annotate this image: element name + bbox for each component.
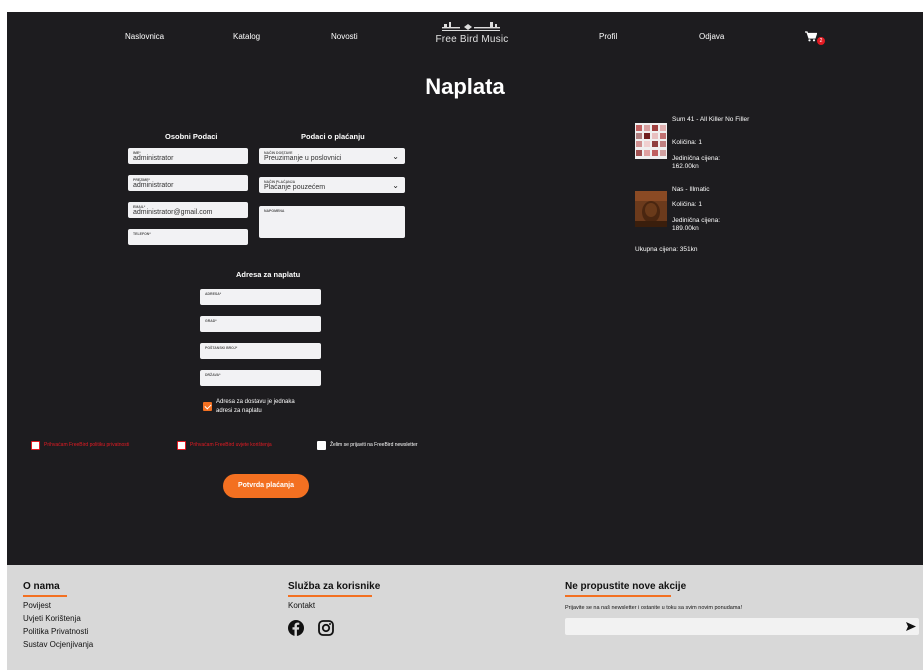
note-textarea[interactable]: NAPOMENA xyxy=(259,206,405,238)
email-value: administrator@gmail.com xyxy=(133,209,213,216)
payment-method-value: Plaćanje pouzećem xyxy=(264,184,326,191)
first-name-field[interactable]: IME* administrator xyxy=(128,148,248,164)
album-cover-sum41 xyxy=(635,123,667,159)
note-label: NAPOMENA xyxy=(264,209,285,213)
footer-link-politika[interactable]: Politika Privatnosti xyxy=(23,627,88,636)
same-address-label: Adresa za dostavu je jednaka adresi za n… xyxy=(216,399,295,414)
footer-service-underline xyxy=(288,595,372,597)
item-1-title: Sum 41 - All Killer No Filler xyxy=(672,116,750,123)
newsletter-email-input[interactable] xyxy=(565,618,919,635)
payment-section-title: Podaci o plaćanju xyxy=(301,132,365,141)
footer-service-title: Služba za korisnike xyxy=(288,581,381,592)
footer-link-uvjeti[interactable]: Uvjeti Korištenja xyxy=(23,614,81,623)
phone-field[interactable]: TELEFON* xyxy=(128,229,248,245)
payment-method-select[interactable]: NAČIN PLAĆANJA Plaćanje pouzećem ⌄ xyxy=(259,177,405,193)
billing-section-title: Adresa za naplatu xyxy=(236,270,301,279)
item-2-quantity: Količina: 1 xyxy=(672,201,702,208)
cart-button[interactable]: 2 xyxy=(805,29,827,47)
email-field[interactable]: EMAIL* administrator@gmail.com xyxy=(128,202,248,218)
top-nav: Naslovnica Katalog Novosti Free Bird Mus… xyxy=(7,12,923,60)
postal-code-label: POŠTANSKI BROJ* xyxy=(205,346,238,350)
city-field[interactable]: GRAD* xyxy=(200,316,321,332)
city-label: GRAD* xyxy=(205,319,217,323)
same-address-checkbox[interactable] xyxy=(203,402,212,411)
chevron-down-icon: ⌄ xyxy=(392,181,399,190)
instagram-icon[interactable] xyxy=(318,620,334,636)
last-name-value: administrator xyxy=(133,182,174,189)
privacy-policy-checkbox[interactable] xyxy=(31,441,40,450)
newsletter-consent-label: Želim se prijaviti na FreeBird newslette… xyxy=(330,442,418,448)
footer-about-underline xyxy=(23,595,67,597)
newsletter-checkbox[interactable] xyxy=(317,441,326,450)
footer-link-povijest[interactable]: Povijest xyxy=(23,601,51,610)
country-field[interactable]: DRŽAVA* xyxy=(200,370,321,386)
country-label: DRŽAVA* xyxy=(205,373,221,377)
nav-odjava[interactable]: Odjava xyxy=(699,32,724,41)
footer-newsletter-underline xyxy=(565,595,671,597)
delivery-select[interactable]: NAČIN DOSTAVE Preuzimanje u poslovnici ⌄ xyxy=(259,148,405,164)
nav-katalog[interactable]: Katalog xyxy=(233,32,260,41)
order-total: Ukupna cijena: 351kn xyxy=(635,246,698,253)
footer-link-ocjenjivanje[interactable]: Sustav Ocjenjivanja xyxy=(23,640,93,649)
confirm-payment-button[interactable]: Potvrda plaćanja xyxy=(223,474,309,498)
logo[interactable]: Free Bird Music xyxy=(435,21,509,45)
footer-link-kontakt[interactable]: Kontakt xyxy=(288,601,315,610)
album-cover-illmatic xyxy=(635,191,667,227)
chevron-down-icon: ⌄ xyxy=(392,152,399,161)
footer-about-title: O nama xyxy=(23,581,60,592)
nav-profil[interactable]: Profil xyxy=(599,32,617,41)
phone-label: TELEFON* xyxy=(133,232,151,236)
last-name-field[interactable]: PREZIME* administrator xyxy=(128,175,248,191)
first-name-value: administrator xyxy=(133,155,174,162)
nav-novosti[interactable]: Novosti xyxy=(331,32,358,41)
footer-newsletter-title: Ne propustite nove akcije xyxy=(565,581,687,592)
item-2-unit-price: Jedinična cijena: 189.00kn xyxy=(672,217,721,232)
facebook-icon[interactable] xyxy=(288,620,304,636)
terms-checkbox[interactable] xyxy=(177,441,186,450)
terms-label: Prihvaćam FreeBird uvjete korištenja xyxy=(190,442,272,448)
address-field[interactable]: ADRESA* xyxy=(200,289,321,305)
cart-count-badge: 2 xyxy=(817,37,825,45)
item-2-title: Nas - Illmatic xyxy=(672,186,710,193)
footer-newsletter-text: Prijavite se na naš newsletter i ostanit… xyxy=(565,605,743,611)
footer: O nama Povijest Uvjeti Korištenja Politi… xyxy=(7,565,923,670)
logo-text: Free Bird Music xyxy=(435,34,509,45)
nav-naslovnica[interactable]: Naslovnica xyxy=(125,32,164,41)
privacy-policy-label: Prihvaćam FreeBird politiku privatnosti xyxy=(44,442,130,448)
address-label: ADRESA* xyxy=(205,292,222,296)
personal-section-title: Osobni Podaci xyxy=(165,132,218,141)
send-icon[interactable] xyxy=(906,622,916,631)
postal-code-field[interactable]: POŠTANSKI BROJ* xyxy=(200,343,321,359)
item-1-quantity: Količina: 1 xyxy=(672,139,702,146)
delivery-value: Preuzimanje u poslovnici xyxy=(264,155,342,162)
item-1-unit-price: Jedinična cijena: 162.00kn xyxy=(672,155,721,170)
logo-mark-icon xyxy=(442,22,500,31)
cart-icon xyxy=(805,31,818,42)
page-title: Naplata xyxy=(425,74,505,99)
